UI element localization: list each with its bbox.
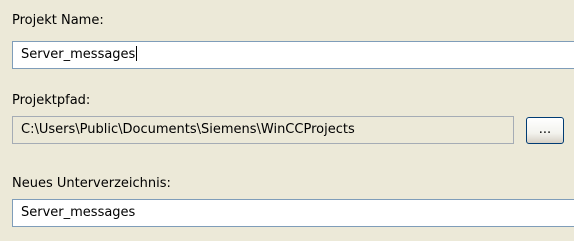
subdirectory-input[interactable]: Server_messages xyxy=(12,199,574,227)
text-caret xyxy=(136,46,138,61)
browse-button[interactable]: ... xyxy=(526,117,564,144)
subdirectory-label: Neues Unterverzeichnis: xyxy=(12,176,171,191)
project-name-value: Server_messages xyxy=(21,47,136,62)
project-path-label: Projektpfad: xyxy=(12,93,91,108)
project-name-label: Projekt Name: xyxy=(12,13,104,28)
project-name-input[interactable]: Server_messages xyxy=(12,41,574,69)
project-path-field: C:\Users\Public\Documents\Siemens\WinCCP… xyxy=(12,116,514,144)
